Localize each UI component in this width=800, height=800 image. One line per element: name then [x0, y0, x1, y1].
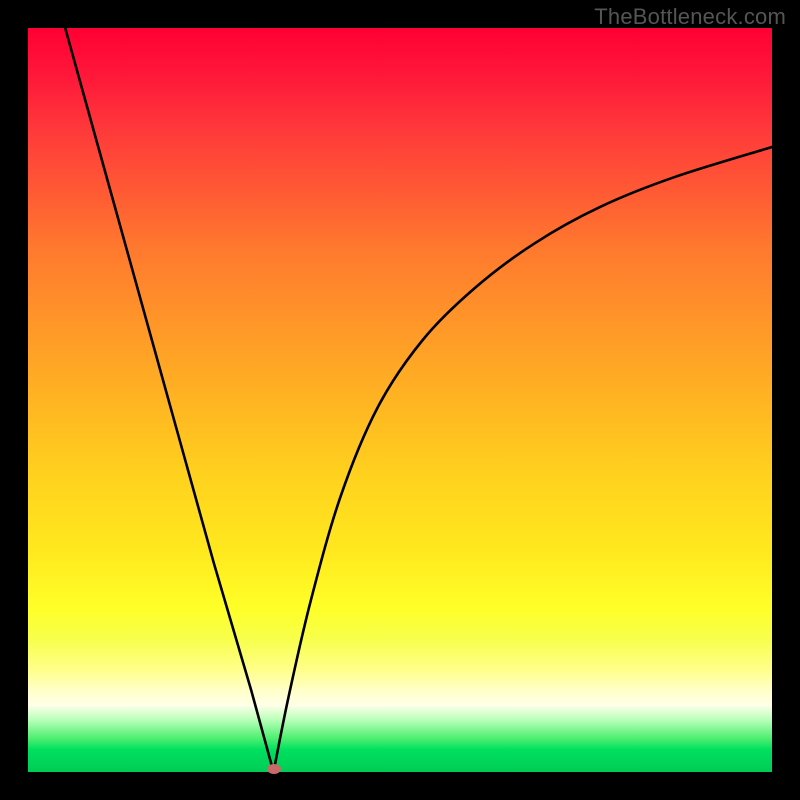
plot-area	[28, 28, 772, 772]
watermark-label: TheBottleneck.com	[594, 4, 786, 30]
bottleneck-curve	[28, 28, 772, 772]
curve-path	[65, 28, 772, 772]
chart-frame: TheBottleneck.com	[0, 0, 800, 800]
optimal-point-marker	[267, 764, 281, 774]
